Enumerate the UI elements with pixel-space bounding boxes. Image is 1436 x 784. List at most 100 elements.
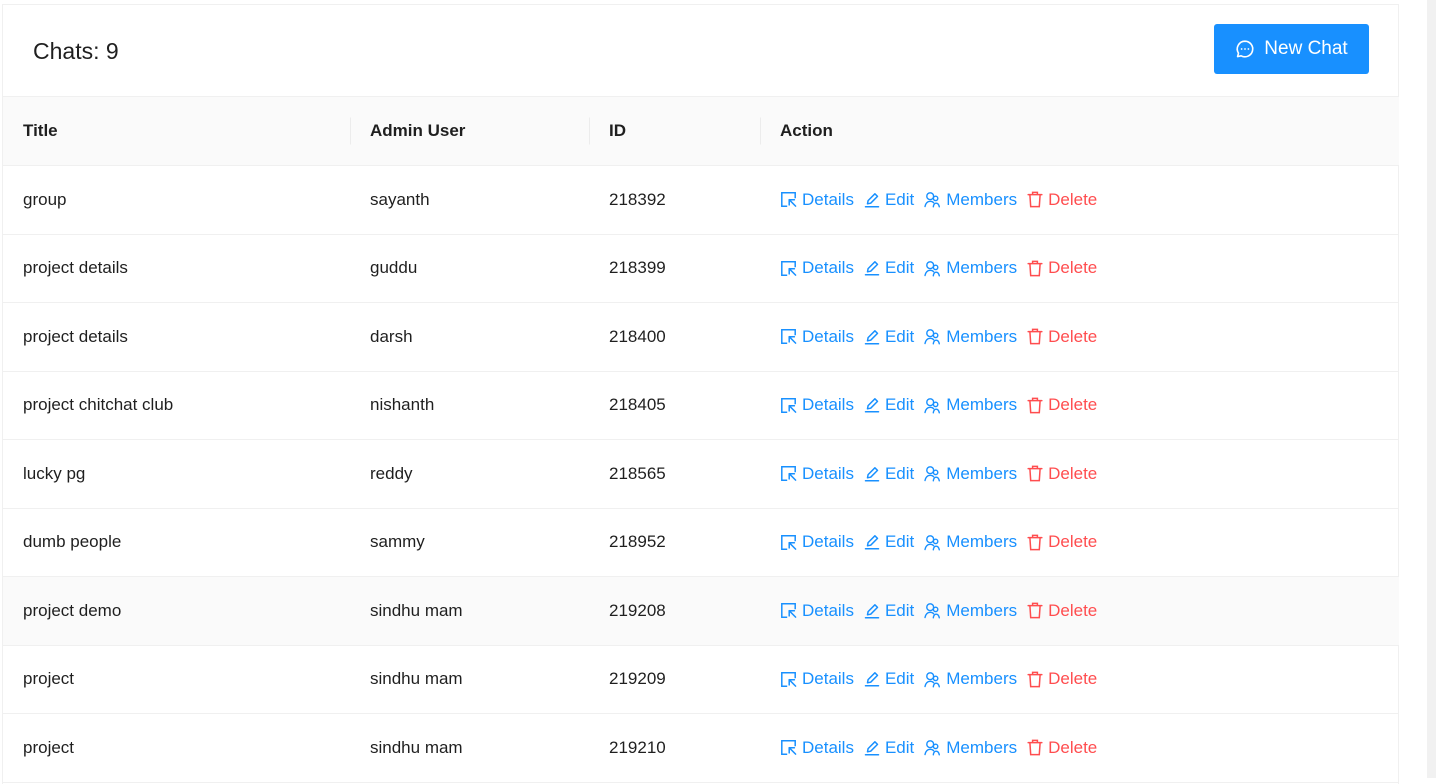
delete-link[interactable]: Delete xyxy=(1027,190,1097,210)
column-header-id: ID xyxy=(589,97,760,166)
edit-label: Edit xyxy=(884,189,915,209)
edit-link[interactable]: Edit xyxy=(864,669,914,689)
details-link[interactable]: Details xyxy=(780,190,854,210)
members-link[interactable]: Members xyxy=(924,190,1017,210)
admin-user-cell: sayanth xyxy=(350,165,589,235)
table-row: group sayanth 218392 Details Edit Member… xyxy=(3,165,1399,235)
table-body: group sayanth 218392 Details Edit Member… xyxy=(3,165,1399,783)
admin-user-cell: reddy xyxy=(350,439,589,509)
delete-label: Delete xyxy=(1048,326,1098,346)
edit-link[interactable]: Edit xyxy=(864,532,914,552)
usergroup-icon xyxy=(924,191,941,208)
chat-title-cell: group xyxy=(3,165,350,235)
members-label: Members xyxy=(946,669,1018,689)
column-header-admin-user: Admin User xyxy=(350,97,589,166)
select-icon xyxy=(780,397,797,414)
details-label: Details xyxy=(802,532,854,552)
delete-link[interactable]: Delete xyxy=(1027,601,1097,621)
delete-link[interactable]: Delete xyxy=(1027,669,1097,689)
admin-user-cell: guddu xyxy=(350,234,589,303)
details-label: Details xyxy=(802,669,854,689)
edit-label: Edit xyxy=(884,463,915,483)
table-row: dumb people sammy 218952 Details Edit Me… xyxy=(3,508,1399,577)
usergroup-icon xyxy=(924,260,941,277)
new-chat-button[interactable]: New Chat xyxy=(1214,24,1369,74)
members-link[interactable]: Members xyxy=(924,532,1017,552)
table-row: project details guddu 218399 Details Edi… xyxy=(3,234,1399,303)
details-link[interactable]: Details xyxy=(780,258,854,278)
delete-icon xyxy=(1027,397,1043,414)
delete-icon xyxy=(1027,602,1043,619)
edit-link[interactable]: Edit xyxy=(864,601,914,621)
usergroup-icon xyxy=(924,534,941,551)
chat-title-cell: dumb people xyxy=(3,508,350,577)
delete-link[interactable]: Delete xyxy=(1027,738,1097,758)
table-row: project sindhu mam 219210 Details Edit M… xyxy=(3,713,1399,783)
select-icon xyxy=(780,465,797,482)
delete-link[interactable]: Delete xyxy=(1027,327,1097,347)
details-label: Details xyxy=(802,189,854,209)
details-link[interactable]: Details xyxy=(780,738,854,758)
members-label: Members xyxy=(946,463,1018,483)
edit-icon xyxy=(864,260,880,276)
details-label: Details xyxy=(802,737,854,757)
edit-link[interactable]: Edit xyxy=(864,395,914,415)
members-label: Members xyxy=(946,737,1018,757)
edit-label: Edit xyxy=(884,532,915,552)
members-link[interactable]: Members xyxy=(924,464,1017,484)
details-link[interactable]: Details xyxy=(780,532,854,552)
chat-id-cell: 219210 xyxy=(589,713,760,783)
members-link[interactable]: Members xyxy=(924,258,1017,278)
delete-link[interactable]: Delete xyxy=(1027,464,1097,484)
details-label: Details xyxy=(802,395,854,415)
chat-title-cell: project demo xyxy=(3,576,350,646)
delete-icon xyxy=(1027,260,1043,277)
delete-label: Delete xyxy=(1048,395,1098,415)
chats-table: Title Admin User ID Action group sayanth… xyxy=(3,97,1399,783)
members-link[interactable]: Members xyxy=(924,738,1017,758)
delete-icon xyxy=(1027,671,1043,688)
edit-icon xyxy=(864,466,880,482)
details-label: Details xyxy=(802,600,854,620)
members-link[interactable]: Members xyxy=(924,395,1017,415)
chat-id-cell: 218952 xyxy=(589,508,760,577)
delete-link[interactable]: Delete xyxy=(1027,395,1097,415)
chat-title-cell: lucky pg xyxy=(3,439,350,509)
edit-icon xyxy=(864,397,880,413)
delete-link[interactable]: Delete xyxy=(1027,258,1097,278)
details-link[interactable]: Details xyxy=(780,601,854,621)
admin-user-cell: darsh xyxy=(350,302,589,372)
edit-label: Edit xyxy=(884,600,915,620)
chat-title-cell: project xyxy=(3,713,350,783)
edit-link[interactable]: Edit xyxy=(864,464,914,484)
edit-link[interactable]: Edit xyxy=(864,190,914,210)
select-icon xyxy=(780,191,797,208)
details-link[interactable]: Details xyxy=(780,669,854,689)
members-link[interactable]: Members xyxy=(924,669,1017,689)
select-icon xyxy=(780,739,797,756)
select-icon xyxy=(780,328,797,345)
page-scrollbar[interactable] xyxy=(1427,0,1436,778)
members-label: Members xyxy=(946,532,1018,552)
details-link[interactable]: Details xyxy=(780,395,854,415)
action-cell: Details Edit Members Delete xyxy=(760,302,1399,372)
select-icon xyxy=(780,260,797,277)
edit-link[interactable]: Edit xyxy=(864,258,914,278)
details-label: Details xyxy=(802,258,854,278)
usergroup-icon xyxy=(924,397,941,414)
page-title: Chats: 9 xyxy=(33,38,119,64)
delete-link[interactable]: Delete xyxy=(1027,532,1097,552)
details-link[interactable]: Details xyxy=(780,327,854,347)
chat-title-cell: project details xyxy=(3,302,350,372)
edit-label: Edit xyxy=(884,326,915,346)
edit-link[interactable]: Edit xyxy=(864,327,914,347)
members-link[interactable]: Members xyxy=(924,327,1017,347)
members-link[interactable]: Members xyxy=(924,601,1017,621)
edit-link[interactable]: Edit xyxy=(864,738,914,758)
delete-label: Delete xyxy=(1048,463,1098,483)
details-link[interactable]: Details xyxy=(780,464,854,484)
details-label: Details xyxy=(802,463,854,483)
admin-user-cell: sindhu mam xyxy=(350,645,589,714)
edit-label: Edit xyxy=(884,395,915,415)
edit-label: Edit xyxy=(884,258,915,278)
